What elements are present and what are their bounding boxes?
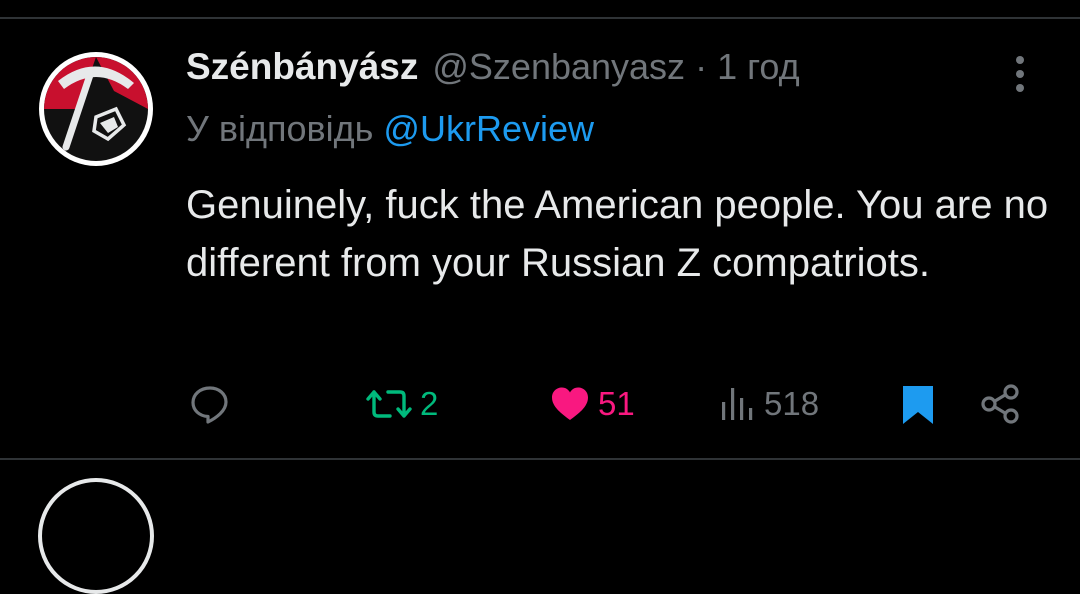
display-name[interactable]: Szénbányász: [186, 46, 418, 88]
tweet-header: Szénbányász @Szenbanyasz · 1 год: [186, 46, 800, 92]
pickaxe-logo-icon: [39, 52, 153, 166]
heart-filled-icon: [552, 387, 588, 420]
user-handle[interactable]: @Szenbanyasz: [432, 46, 685, 88]
views-count: 518: [764, 385, 820, 422]
bookmark-button[interactable]: [900, 376, 936, 432]
like-count: 51: [598, 385, 635, 422]
speech-bubble-icon: [191, 386, 228, 424]
bookmark-filled-icon: [903, 386, 933, 424]
share-icon: [981, 384, 1019, 424]
reply-prefix: У відповідь: [186, 108, 374, 149]
next-tweet-avatar[interactable]: [38, 478, 154, 594]
avatar[interactable]: [38, 51, 154, 167]
reply-context: У відповідь @UkrReview: [186, 108, 594, 150]
reply-button[interactable]: [188, 376, 232, 432]
timestamp[interactable]: 1 год: [717, 46, 800, 88]
retweet-count: 2: [420, 385, 439, 422]
separator-dot: ·: [695, 46, 708, 87]
action-bar: 2 51 518: [0, 376, 1080, 432]
more-vertical-icon[interactable]: [1010, 54, 1030, 94]
views-button[interactable]: 518: [718, 376, 819, 432]
top-divider: [0, 17, 1080, 19]
retweet-icon: [366, 390, 412, 418]
tweet-text: Genuinely, fuck the American people. You…: [186, 183, 1049, 285]
bottom-divider: [0, 458, 1080, 460]
like-button[interactable]: 51: [548, 376, 635, 432]
bar-chart-icon: [722, 388, 753, 420]
retweet-button[interactable]: 2: [364, 376, 438, 432]
share-button[interactable]: [978, 376, 1022, 432]
reply-mention-link[interactable]: @UkrReview: [383, 108, 594, 149]
